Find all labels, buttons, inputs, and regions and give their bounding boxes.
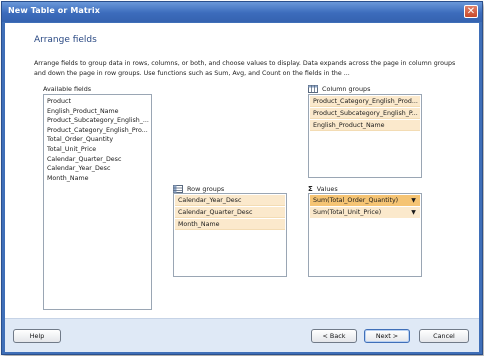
values-zone[interactable]: Sum(Total_Order_Quantity) ▼ Sum(Total_Unit… (308, 193, 422, 277)
available-field-item[interactable]: Total_Order_Quantity (44, 135, 151, 145)
available-fields-list[interactable]: Product English_Product_Name Product_Subca… (43, 94, 152, 310)
row-groups-label: Row groups (173, 185, 224, 193)
row-groups-icon (173, 185, 183, 193)
help-button[interactable]: Help (13, 329, 61, 343)
row-group-item[interactable]: Month_Name (175, 219, 285, 230)
button-bar: Help < Back Next > Cancel (5, 318, 479, 352)
value-item-label: Sum(Total_Unit_Price) (313, 209, 382, 216)
page-heading: Arrange fields (34, 35, 97, 45)
available-field-item[interactable]: English_Product_Name (44, 107, 151, 117)
column-group-item[interactable]: English_Product_Name (310, 120, 420, 131)
column-groups-label: Column groups (308, 85, 370, 93)
available-field-item[interactable]: Product_Subcategory_English_... (44, 116, 151, 126)
title-bar[interactable]: New Table or Matrix ✕ (2, 2, 482, 22)
values-label: Σ Values (308, 185, 338, 193)
available-field-item[interactable]: Product (44, 97, 151, 107)
available-field-item[interactable]: Calendar_Quarter_Desc (44, 155, 151, 165)
column-groups-icon (308, 85, 318, 93)
available-field-item[interactable]: Calendar_Year_Desc (44, 164, 151, 174)
column-groups-zone[interactable]: Product_Category_English_Prod... Product_… (308, 94, 422, 178)
available-fields-label: Available fields (43, 85, 91, 93)
chevron-down-icon[interactable]: ▼ (409, 207, 418, 218)
chevron-down-icon[interactable]: ▼ (409, 195, 418, 206)
next-button[interactable]: Next > (364, 329, 410, 343)
column-group-item[interactable]: Product_Category_English_Prod... (310, 96, 420, 107)
dialog-window: New Table or Matrix ✕ Arrange fields Arr… (1, 1, 483, 355)
column-group-item[interactable]: Product_Subcategory_English_P... (310, 108, 420, 119)
sum-icon: Σ (308, 185, 313, 193)
cancel-button[interactable]: Cancel (419, 329, 469, 343)
close-button[interactable]: ✕ (464, 5, 478, 18)
value-item[interactable]: Sum(Total_Order_Quantity) ▼ (310, 195, 420, 206)
column-groups-label-text: Column groups (322, 85, 371, 93)
window-title: New Table or Matrix (8, 6, 100, 15)
row-groups-zone[interactable]: Calendar_Year_Desc Calendar_Quarter_Desc M… (173, 193, 287, 277)
row-group-item[interactable]: Calendar_Year_Desc (175, 195, 285, 206)
available-field-item[interactable]: Product_Category_English_Pro... (44, 126, 151, 136)
dialog-content: Arrange fields Arrange fields to group d… (5, 23, 479, 352)
available-fields-label-text: Available fields (43, 85, 92, 93)
row-group-item[interactable]: Calendar_Quarter_Desc (175, 207, 285, 218)
row-groups-label-text: Row groups (187, 185, 225, 193)
value-item[interactable]: Sum(Total_Unit_Price) ▼ (310, 207, 420, 218)
close-icon: ✕ (466, 6, 476, 17)
value-item-label: Sum(Total_Order_Quantity) (313, 197, 399, 204)
back-button[interactable]: < Back (311, 329, 357, 343)
available-field-item[interactable]: Month_Name (44, 174, 151, 184)
values-label-text: Values (316, 185, 338, 193)
available-field-item[interactable]: Total_Unit_Price (44, 145, 151, 155)
page-description: Arrange fields to group data in rows, co… (34, 60, 456, 77)
